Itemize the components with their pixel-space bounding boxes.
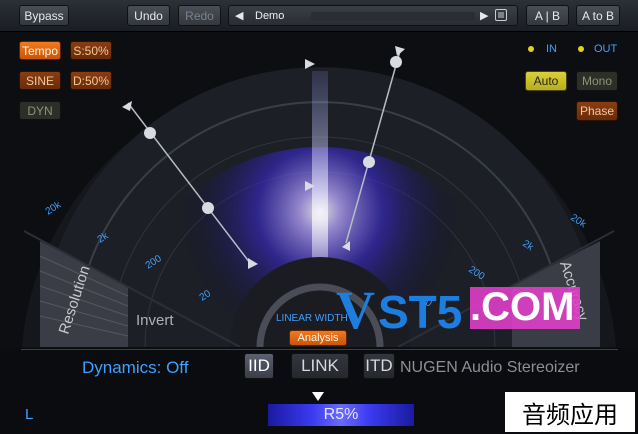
ab-compare-button[interactable]: A | B: [526, 5, 569, 26]
dyn-button[interactable]: DYN: [19, 101, 61, 120]
caption-box: 音频应用: [505, 392, 635, 432]
preset-list-icon[interactable]: [495, 9, 507, 21]
in-led-icon: [528, 46, 534, 52]
bottom-panel: Dynamics: Off IID LINK ITD NUGEN Audio S…: [0, 348, 638, 434]
balance-pointer-icon[interactable]: [312, 392, 324, 401]
dynamics-status[interactable]: Dynamics: Off: [82, 358, 188, 378]
upper-mid-handle[interactable]: [363, 156, 375, 168]
speed-value-button[interactable]: S:50%: [70, 41, 112, 60]
depth-value-button[interactable]: D:50%: [70, 71, 112, 90]
in-meter-label[interactable]: IN: [546, 43, 557, 55]
divider: [21, 349, 618, 350]
next-preset-icon[interactable]: ▶: [480, 9, 488, 22]
preset-name: Demo: [255, 10, 285, 22]
itd-button[interactable]: ITD: [363, 353, 395, 379]
watermark-com: .COM: [470, 285, 575, 329]
sine-button[interactable]: SINE: [19, 71, 61, 90]
iid-button[interactable]: IID: [244, 353, 274, 379]
preset-bar: [311, 12, 475, 21]
bypass-button[interactable]: Bypass: [19, 5, 69, 26]
left-channel-label: L: [25, 406, 34, 423]
stereo-display: 20k 2k 200 20 20k 2k 200 20 Resolution A…: [0, 31, 638, 347]
product-name: NUGEN Audio Stereoizer: [400, 359, 580, 376]
redo-button[interactable]: Redo: [178, 5, 221, 26]
toolbar: Bypass Undo Redo ◀ Demo ▶ A | B A to B: [0, 0, 638, 32]
out-led-icon: [578, 46, 584, 52]
watermark-v: V: [336, 280, 375, 340]
caption-text: 音频应用: [522, 400, 618, 429]
low-band-handle[interactable]: [144, 127, 156, 139]
watermark-st5: ST5: [378, 286, 463, 338]
mono-button[interactable]: Mono: [576, 71, 618, 91]
prev-preset-icon[interactable]: ◀: [235, 9, 243, 22]
tempo-button[interactable]: Tempo: [19, 41, 61, 60]
auto-button[interactable]: Auto: [525, 71, 567, 91]
out-meter-label[interactable]: OUT: [594, 43, 617, 55]
phase-button[interactable]: Phase: [576, 101, 618, 121]
link-button[interactable]: LINK: [291, 353, 349, 379]
left-scale-20k: 20k: [44, 199, 64, 218]
undo-button[interactable]: Undo: [127, 5, 170, 26]
preset-selector[interactable]: ◀ Demo ▶: [228, 5, 518, 26]
invert-label[interactable]: Invert: [136, 312, 174, 329]
mid-band-handle[interactable]: [202, 202, 214, 214]
low-band-arrow-icon[interactable]: [122, 101, 132, 111]
balance-readout: R5%: [323, 406, 359, 423]
balance-meter[interactable]: R5%: [268, 404, 414, 426]
a-to-b-button[interactable]: A to B: [576, 5, 620, 26]
high-band-arrow-icon[interactable]: [395, 46, 405, 56]
high-band-handle[interactable]: [390, 56, 402, 68]
